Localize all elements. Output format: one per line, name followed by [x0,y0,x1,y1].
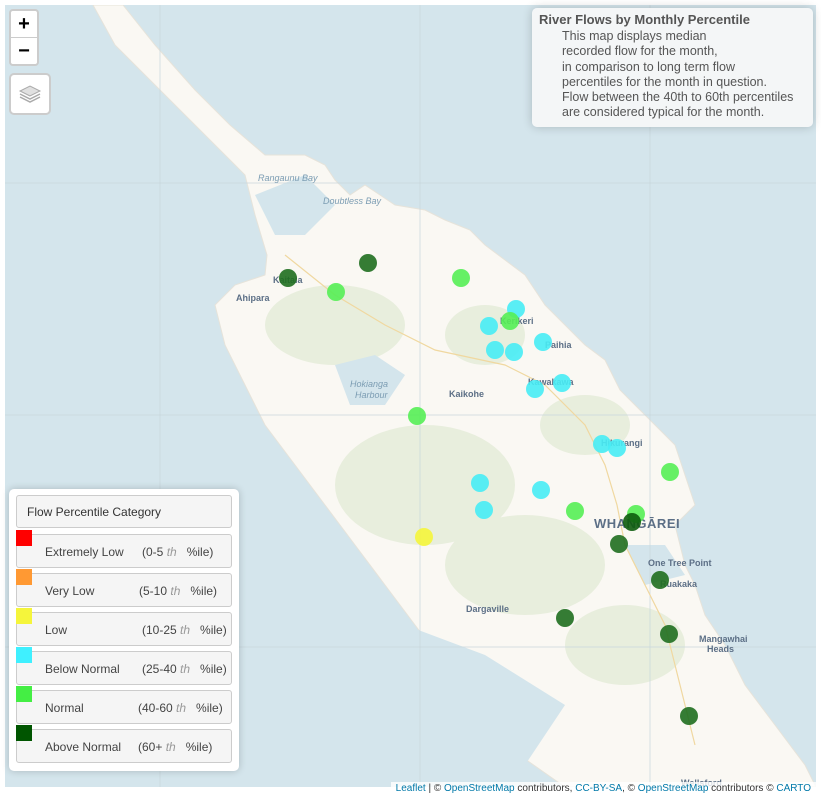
info-line: recorded flow for the month, [562,44,718,59]
leaflet-link[interactable]: Leaflet [396,783,426,794]
legend-item-range: (10-25 th %ile) [142,623,227,637]
flow-marker-above-normal[interactable] [556,609,574,627]
legend-panel: Flow Percentile Category Extremely Low (… [9,489,239,771]
flow-marker-below-normal[interactable] [480,317,498,335]
flow-marker-above-normal[interactable] [660,625,678,643]
map-attribution: Leaflet | © OpenStreetMap contributors, … [390,782,816,795]
flow-marker-above-normal[interactable] [610,535,628,553]
legend-item-range: (40-60 th %ile) [138,701,223,715]
carto-link[interactable]: CARTO [776,783,811,794]
legend-item-very-low[interactable]: Very Low (5-10 th %ile) [16,569,232,607]
zoom-out-button[interactable]: − [11,38,37,64]
flow-marker-below-normal[interactable] [608,439,626,457]
flow-marker-below-normal[interactable] [526,380,544,398]
flow-marker-below-normal[interactable] [486,341,504,359]
legend-swatch [16,608,32,624]
legend-item-below-normal[interactable]: Below Normal (25-40 th %ile) [16,647,232,685]
legend-item-range: (5-10 th %ile) [139,584,218,598]
flow-marker-above-normal[interactable] [279,269,297,287]
legend-swatch [16,647,32,663]
legend-swatch [16,569,32,585]
flow-marker-above-normal[interactable] [680,707,698,725]
flow-marker-normal[interactable] [327,283,345,301]
info-panel: River Flows by Monthly Percentile This m… [532,8,813,127]
legend-swatch [16,725,32,741]
layers-control-button[interactable] [9,73,51,115]
flow-marker-above-normal[interactable] [623,513,641,531]
flow-marker-normal[interactable] [452,269,470,287]
flow-marker-above-normal[interactable] [359,254,377,272]
flow-marker-low[interactable] [415,528,433,546]
attribution-text: | © [425,783,445,794]
attribution-text: contributors, [514,783,576,794]
legend-item-label: Very Low [45,584,95,598]
legend-item-range: (0-5 th %ile) [142,545,214,559]
flow-marker-below-normal[interactable] [505,343,523,361]
legend-item-label: Normal [45,701,84,715]
legend-item-low[interactable]: Low (10-25 th %ile) [16,608,232,646]
flow-marker-below-normal[interactable] [471,474,489,492]
cc-by-sa-link[interactable]: CC-BY-SA [575,783,622,794]
flow-marker-below-normal[interactable] [475,501,493,519]
flow-marker-above-normal[interactable] [651,571,669,589]
info-line: Flow between the 40th to 60th percentile… [562,90,794,105]
legend-item-normal[interactable]: Normal (40-60 th %ile) [16,686,232,724]
attribution-text: , © [622,783,638,794]
legend-item-extremely-low[interactable]: Extremely Low (0-5 th %ile) [16,530,232,568]
legend-swatch [16,530,32,546]
zoom-in-button[interactable]: + [11,11,37,38]
legend-item-range: (60+ th %ile) [138,740,213,754]
info-line: are considered typical for the month. [562,105,765,120]
legend-item-label: Low [45,623,68,637]
legend-item-label: Below Normal [45,662,120,676]
flow-marker-normal[interactable] [566,502,584,520]
legend-swatch [16,686,32,702]
zoom-control: + − [9,9,39,66]
legend-item-range: (25-40 th %ile) [142,662,227,676]
layers-icon [18,85,42,103]
osm-link[interactable]: OpenStreetMap [444,783,515,794]
legend-item-label: Above Normal [45,740,122,754]
flow-marker-normal[interactable] [501,312,519,330]
flow-marker-below-normal[interactable] [534,333,552,351]
flow-marker-below-normal[interactable] [553,374,571,392]
flow-marker-below-normal[interactable] [532,481,550,499]
legend-item-label: Extremely Low [45,545,124,559]
info-line: in comparison to long term flow [562,59,735,74]
info-line: percentiles for the month in question. [562,74,767,89]
legend-item-above-normal[interactable]: Above Normal (60+ th %ile) [16,725,232,763]
flow-marker-normal[interactable] [661,463,679,481]
flow-marker-normal[interactable] [408,407,426,425]
info-title: River Flows by Monthly Percentile [539,12,750,27]
attribution-text: contributors © [708,783,777,794]
info-line: This map displays median [562,29,707,43]
osm-link[interactable]: OpenStreetMap [638,783,709,794]
legend-title: Flow Percentile Category [16,495,232,528]
